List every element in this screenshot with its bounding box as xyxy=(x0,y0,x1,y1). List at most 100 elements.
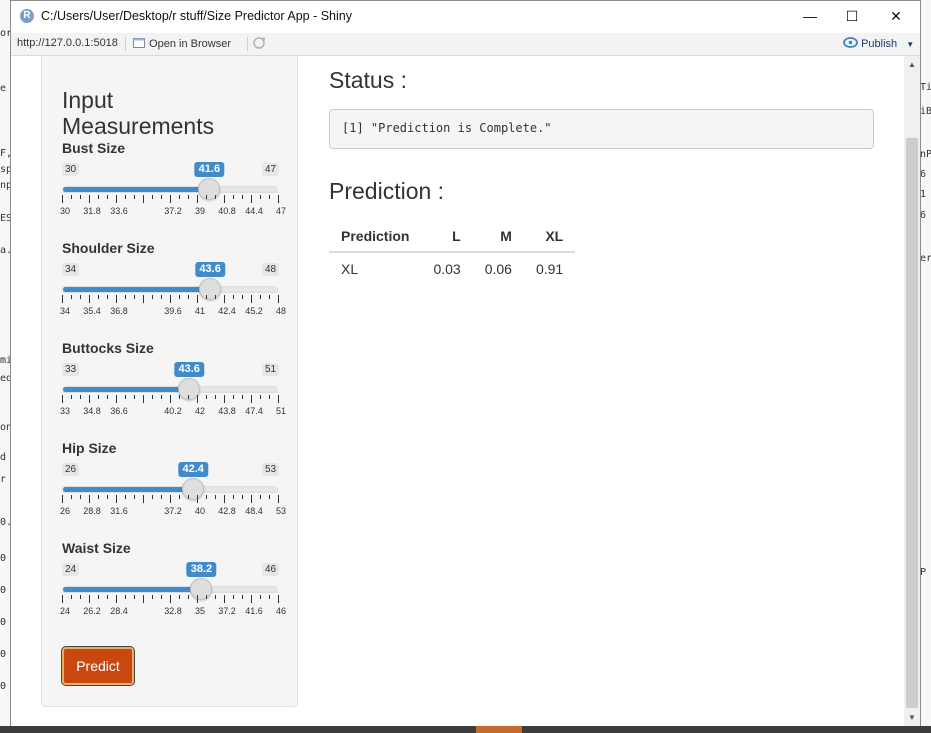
table-cell: 0.91 xyxy=(535,261,564,277)
url-display: http://127.0.0.1:5018 xyxy=(17,37,118,49)
slider-tick xyxy=(242,395,243,399)
slider-tick xyxy=(206,495,207,499)
slider-tick-label: 39.6 xyxy=(164,306,182,316)
slider-label: Shoulder Size xyxy=(62,240,155,256)
slider-value-bubble: 42.4 xyxy=(178,462,208,477)
predict-button[interactable]: Predict xyxy=(61,646,135,686)
slider-ticks: 26 28.8 31.6 37.2 40 42.8 48.4 53 xyxy=(60,495,286,516)
slider-track[interactable] xyxy=(62,386,278,393)
slider-track[interactable] xyxy=(62,186,278,193)
close-button[interactable]: ✕ xyxy=(873,1,919,31)
slider-fill xyxy=(63,287,210,292)
window-title: C:/Users/User/Desktop/r stuff/Size Predi… xyxy=(41,9,352,23)
refresh-button[interactable] xyxy=(252,36,266,53)
slider-tick-label: 48 xyxy=(275,306,287,316)
slider-tick xyxy=(188,495,189,499)
slider-max-label: 47 xyxy=(262,163,280,176)
slider-tick xyxy=(134,495,135,499)
slider-tick xyxy=(134,595,135,599)
slider-tick xyxy=(215,495,216,499)
slider-min-label: 24 xyxy=(62,563,80,576)
slider-tick-label: 33.6 xyxy=(110,206,128,216)
slider-ticks: 24 26.2 28.4 32.8 35 37.2 41.6 46 xyxy=(60,595,286,616)
publish-label: Publish xyxy=(861,38,898,50)
background-text: Ti xyxy=(920,82,931,93)
slider-tick xyxy=(89,495,90,503)
slider-label: Buttocks Size xyxy=(62,340,154,356)
background-text: 0 xyxy=(0,649,7,660)
scrollbar-thumb[interactable] xyxy=(906,138,918,708)
slider-tick xyxy=(116,395,117,403)
slider-tick xyxy=(107,395,108,399)
slider-fill xyxy=(63,587,202,592)
slider-tick xyxy=(188,595,189,599)
slider-track[interactable] xyxy=(62,486,278,493)
slider-tick xyxy=(197,395,198,403)
slider-tick xyxy=(278,195,279,203)
slider-tick xyxy=(260,395,261,399)
viewer-toolbar: http://127.0.0.1:5018 Open in Browser Pu… xyxy=(11,33,920,56)
slider-tick-label: 35.4 xyxy=(83,306,101,316)
publish-button[interactable]: Publish ▼ xyxy=(843,37,914,50)
slider-tick-label: 26 xyxy=(59,506,71,516)
slider-tick-label: 40.2 xyxy=(164,406,182,416)
slider-tick xyxy=(152,495,153,499)
background-text: 0 xyxy=(0,681,7,692)
slider-tick xyxy=(215,195,216,199)
slider-tick-label: 36.8 xyxy=(110,306,128,316)
slider-track[interactable] xyxy=(62,286,278,293)
slider-tick xyxy=(170,595,171,603)
slider-tick xyxy=(269,595,270,599)
publish-dropdown-icon[interactable]: ▼ xyxy=(906,40,914,49)
slider-max-label: 51 xyxy=(262,363,280,376)
slider-tick-label: 28.8 xyxy=(83,506,101,516)
maximize-button[interactable]: ☐ xyxy=(829,1,875,31)
slider-tick xyxy=(161,195,162,199)
slider-track[interactable] xyxy=(62,586,278,593)
table-header-row: Prediction L M XL xyxy=(329,223,576,253)
minimize-button[interactable]: — xyxy=(787,1,833,31)
input-sidebar: Input Measurements Predict Bust Size 30 47… xyxy=(41,56,298,707)
slider-min-label: 33 xyxy=(62,363,80,376)
slider-tick xyxy=(233,295,234,299)
vertical-scrollbar[interactable]: ▲ ▼ xyxy=(904,56,920,726)
slider-tick xyxy=(98,295,99,299)
slider-tick-label: 40.8 xyxy=(218,206,236,216)
column-header: XL xyxy=(523,223,576,253)
slider-tick xyxy=(62,295,63,303)
slider-tick xyxy=(188,295,189,299)
slider-tick xyxy=(89,295,90,303)
slider-tick xyxy=(215,395,216,399)
slider-tick xyxy=(143,195,144,203)
slider-tick xyxy=(125,195,126,199)
slider-tick xyxy=(260,595,261,599)
prediction-table: Prediction L M XL XL 0.03 0.06 0.91 xyxy=(329,223,576,285)
taskbar-active-item[interactable] xyxy=(476,726,522,733)
slider-tick xyxy=(143,395,144,403)
slider-tick-label: 34.8 xyxy=(83,406,101,416)
slider-tick-label: 40 xyxy=(194,506,206,516)
slider-tick xyxy=(260,295,261,299)
scroll-up-icon[interactable]: ▲ xyxy=(904,58,920,72)
slider-tick xyxy=(224,495,225,503)
slider-tick xyxy=(278,395,279,403)
slider-tick xyxy=(251,495,252,503)
slider-tick xyxy=(161,395,162,399)
slider-tick xyxy=(71,495,72,499)
slider-tick xyxy=(116,595,117,603)
open-in-browser-button[interactable]: Open in Browser xyxy=(133,37,231,50)
table-cell: 0.03 xyxy=(433,261,461,277)
slider-tick xyxy=(206,395,207,399)
slider-tick xyxy=(224,395,225,403)
sidebar-title: Input Measurements xyxy=(62,87,215,139)
slider-tick xyxy=(125,495,126,499)
slider-tick xyxy=(269,395,270,399)
slider-tick xyxy=(179,595,180,599)
slider-tick xyxy=(251,195,252,203)
slider-tick xyxy=(143,295,144,303)
slider-tick xyxy=(116,495,117,503)
slider-tick xyxy=(233,395,234,399)
slider-ticks: 30 31.8 33.6 37.2 39 40.8 44.4 47 xyxy=(60,195,286,216)
scroll-down-icon[interactable]: ▼ xyxy=(904,711,920,725)
slider-tick xyxy=(269,195,270,199)
